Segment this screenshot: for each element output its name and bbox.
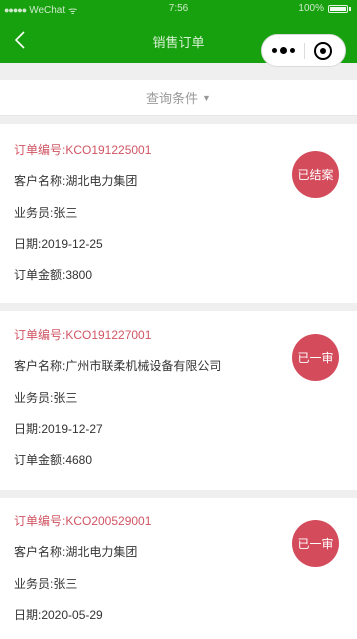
capsule-divider <box>304 43 305 59</box>
more-menu-button[interactable] <box>262 35 304 66</box>
close-target-icon[interactable] <box>314 42 332 60</box>
caret-down-icon: ▼ <box>202 92 211 103</box>
customer-name: 客户名称:湖北电力集团 <box>14 174 138 188</box>
order-number: 订单编号:KCO191225001 <box>14 143 152 157</box>
order-amount: 订单金额:4680 <box>14 453 93 467</box>
status-badge: 已结案 <box>292 151 339 198</box>
query-filter-toggle[interactable]: 查询条件 ▼ <box>0 80 357 116</box>
order-date: 日期:2020-05-29 <box>14 608 103 622</box>
order-number: 订单编号:KCO191227001 <box>14 328 152 342</box>
dot-icon <box>271 48 277 53</box>
dot-icon <box>289 48 295 53</box>
battery-group: 100% <box>298 3 351 14</box>
dot-icon <box>279 47 287 54</box>
customer-name: 客户名称:湖北电力集团 <box>14 545 138 559</box>
customer-name: 客户名称:广州市联柔机械设备有限公司 <box>14 359 222 373</box>
salesman: 业务员:张三 <box>14 206 78 220</box>
mini-program-capsule <box>261 34 346 67</box>
order-card[interactable]: 订单编号:KCO191225001 客户名称:湖北电力集团 业务员:张三 日期:… <box>0 124 357 303</box>
order-card[interactable]: 订单编号:KCO191227001 客户名称:广州市联柔机械设备有限公司 业务员… <box>0 311 357 490</box>
salesman: 业务员:张三 <box>14 391 78 405</box>
salesman: 业务员:张三 <box>14 577 78 591</box>
order-card[interactable]: 订单编号:KCO200529001 客户名称:湖北电力集团 业务员:张三 日期:… <box>0 498 357 639</box>
battery-tip <box>349 6 351 11</box>
order-date: 日期:2019-12-25 <box>14 237 103 251</box>
order-amount: 订单金额:3800 <box>14 268 93 282</box>
battery-percent: 100% <box>298 3 324 14</box>
battery-icon <box>328 4 348 13</box>
order-date: 日期:2019-12-27 <box>14 422 103 436</box>
status-badge: 已一审 <box>292 334 339 381</box>
status-badge: 已一审 <box>292 520 339 567</box>
filter-label: 查询条件 <box>146 91 199 106</box>
order-number: 订单编号:KCO200529001 <box>14 514 152 528</box>
status-bar: ●●●●● WeChat ᯤ 7:56 100% <box>0 0 357 17</box>
